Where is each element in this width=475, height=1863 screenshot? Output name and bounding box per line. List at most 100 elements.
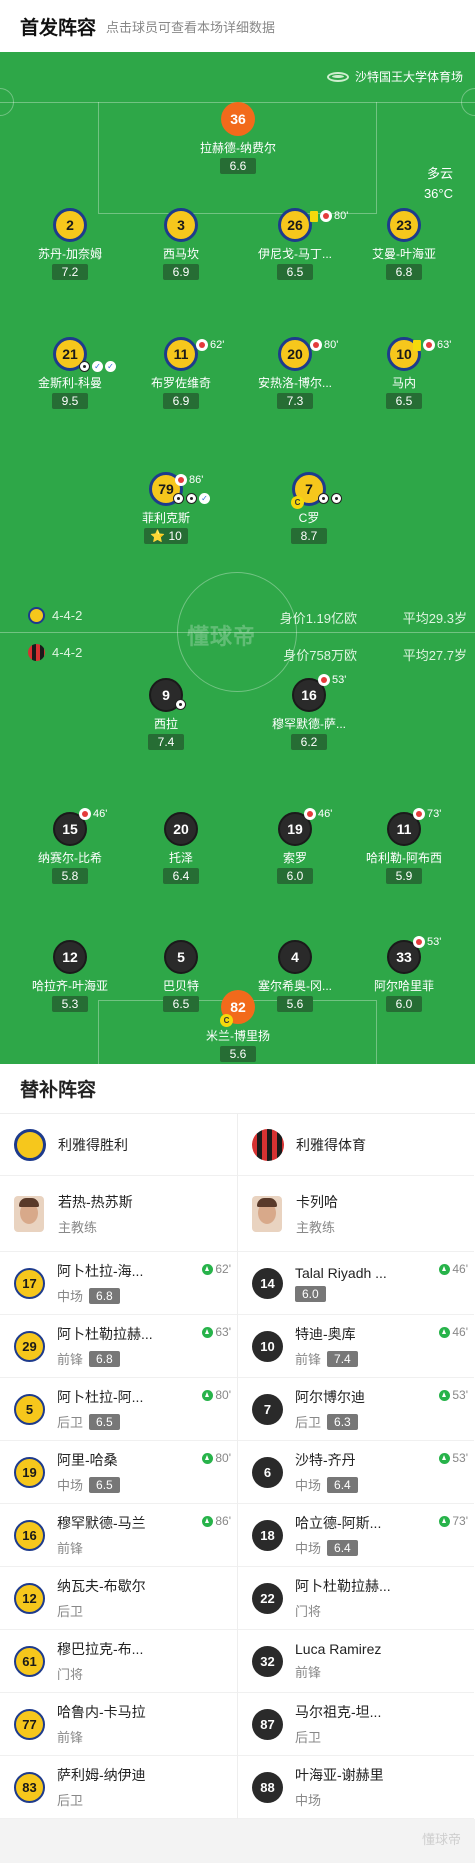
sub-player-number: 12 xyxy=(14,1582,45,1614)
player-home-mid-4[interactable]: 10 63' 马内 6.5 xyxy=(349,337,459,410)
sub-player-position: 前锋 xyxy=(57,1730,84,1745)
sub-player-row[interactable]: 5 阿卜杜拉-阿... 后卫 6.5 80' xyxy=(0,1378,237,1441)
sub-player-row[interactable]: 32 Luca Ramirez 前锋 xyxy=(238,1630,474,1693)
player-home-gk[interactable]: 36 拉赫德-纳费尔 6.6 xyxy=(183,102,293,175)
yellow-card-icon xyxy=(310,210,318,222)
player-away-fw-1[interactable]: 9 西拉 7.4 xyxy=(111,678,221,751)
home-coach[interactable]: 若热-热苏斯 主教练 xyxy=(0,1176,237,1252)
sub-player-row[interactable]: 88 叶海亚-谢赫里 中场 xyxy=(238,1756,474,1819)
sub-player-meta: 后卫 6.3 xyxy=(295,1412,365,1431)
player-home-mid-2[interactable]: 11 62' 布罗佐维奇 6.9 xyxy=(126,337,236,410)
sub-player-name: 纳瓦夫-布歇尔 xyxy=(57,1578,146,1594)
event-markers: 80' xyxy=(310,210,348,222)
sub-player-position: 后卫 xyxy=(57,1415,84,1430)
sub-player-meta: 中场 6.4 xyxy=(295,1538,381,1557)
sub-player-row[interactable]: 22 阿卜杜勒拉赫... 门将 xyxy=(238,1567,474,1630)
player-number: 20 xyxy=(278,337,312,371)
sub-player-row[interactable]: 87 马尔祖克-坦... 后卫 xyxy=(238,1693,474,1756)
home-crest-icon xyxy=(14,1128,46,1161)
sub-player-number: 61 xyxy=(14,1645,45,1677)
goal-icon xyxy=(331,493,342,504)
sub-player-rating: 6.4 xyxy=(327,1539,358,1556)
goal-icon xyxy=(79,361,90,372)
sub-player-meta: 后卫 xyxy=(57,1601,146,1620)
sub-player-position: 中场 xyxy=(57,1478,84,1493)
sub-player-number: 29 xyxy=(14,1330,45,1362)
sub-in-minute-value: 80' xyxy=(215,1451,231,1465)
away-team-summary: 4-4-2 身价758万欧 平均27.7岁 xyxy=(0,642,475,664)
sub-player-meta: 中场 xyxy=(295,1790,384,1809)
player-home-fw-1[interactable]: 79 86' ✓ 菲利克斯 ⭐ 10 xyxy=(111,472,221,545)
sub-player-number: 18 xyxy=(252,1519,283,1551)
sub-player-row[interactable]: 7 阿尔博尔迪 后卫 6.3 53' xyxy=(238,1378,474,1441)
player-away-mid-3[interactable]: 19 46' 索罗 6.0 xyxy=(240,808,350,885)
sub-player-row[interactable]: 83 萨利姆-纳伊迪 后卫 xyxy=(0,1756,237,1819)
event-markers: ✓ ✓ xyxy=(79,361,116,372)
sub-minute: 46' xyxy=(318,808,333,820)
sub-minute: 53' xyxy=(427,936,442,948)
player-home-mid-1[interactable]: 21 ✓ ✓ 金斯利-科曼 9.5 xyxy=(15,337,125,410)
event-markers: 53' xyxy=(318,674,346,686)
sub-player-row[interactable]: 12 纳瓦夫-布歇尔 后卫 xyxy=(0,1567,237,1630)
event-markers: 86' xyxy=(175,474,203,486)
player-away-gk[interactable]: 82 C 米兰-博里扬 5.6 xyxy=(183,990,293,1063)
sub-player-row[interactable]: 61 穆巴拉克-布... 门将 xyxy=(0,1630,237,1693)
player-home-def-1[interactable]: 2 苏丹-加奈姆 7.2 xyxy=(15,208,125,281)
sub-player-rating: 6.3 xyxy=(327,1413,358,1430)
sub-player-row[interactable]: 17 阿卜杜拉-海... 中场 6.8 62' xyxy=(0,1252,237,1315)
player-away-def-4[interactable]: 33 53' 阿尔哈里菲 6.0 xyxy=(349,936,459,1013)
player-away-mid-4[interactable]: 11 73' 哈利勒-阿布西 5.9 xyxy=(349,808,459,885)
goal-icon xyxy=(173,493,184,504)
sub-player-row[interactable]: 29 阿卜杜勒拉赫... 前锋 6.8 63' xyxy=(0,1315,237,1378)
event-markers: 53' xyxy=(413,936,441,948)
goal-markers: ✓ xyxy=(173,493,210,504)
player-away-mid-2[interactable]: 20 托泽 6.4 xyxy=(126,812,236,885)
sub-player-name: 哈鲁内-卡马拉 xyxy=(57,1704,146,1720)
sub-player-row[interactable]: 16 穆罕默德-马兰 前锋 86' xyxy=(0,1504,237,1567)
sub-player-position: 前锋 xyxy=(295,1352,322,1367)
player-number: 26 xyxy=(278,208,312,242)
sub-player-row[interactable]: 77 哈鲁内-卡马拉 前锋 xyxy=(0,1693,237,1756)
sub-player-row[interactable]: 6 沙特-齐丹 中场 6.4 53' xyxy=(238,1441,474,1504)
subs-home-team[interactable]: 利雅得胜利 xyxy=(0,1114,237,1176)
player-rating: 5.8 xyxy=(52,868,88,884)
sub-out-icon xyxy=(304,808,316,820)
away-coach[interactable]: 卡列哈 主教练 xyxy=(238,1176,474,1252)
sub-in-minute: 53' xyxy=(439,1388,468,1402)
sub-in-minute: 46' xyxy=(439,1262,468,1276)
player-home-def-2[interactable]: 3 西马坎 6.9 xyxy=(126,208,236,281)
subs-away-team[interactable]: 利雅得体育 xyxy=(238,1114,474,1176)
player-away-mid-1[interactable]: 15 46' 纳赛尔-比希 5.8 xyxy=(15,808,125,885)
sub-player-number: 32 xyxy=(252,1645,283,1677)
player-home-def-3[interactable]: 26 80' 伊尼戈-马丁... 6.5 xyxy=(240,208,350,281)
player-home-def-4[interactable]: 23 艾曼-叶海亚 6.8 xyxy=(349,208,459,281)
sub-in-minute-value: 46' xyxy=(452,1325,468,1339)
sub-player-row[interactable]: 19 阿里-哈桑 中场 6.5 80' xyxy=(0,1441,237,1504)
player-home-mid-3[interactable]: 20 80' 安热洛-博尔... 7.3 xyxy=(240,337,350,410)
sub-player-number: 88 xyxy=(252,1771,283,1803)
player-name: 米兰-博里扬 xyxy=(206,1029,270,1043)
stadium-icon xyxy=(326,71,349,82)
sub-player-row[interactable]: 18 哈立德-阿斯... 中场 6.4 73' xyxy=(238,1504,474,1567)
sub-player-position: 前锋 xyxy=(57,1352,84,1367)
player-away-fw-2[interactable]: 16 53' 穆罕默德-萨... 6.2 xyxy=(254,674,364,751)
sub-in-minute: 80' xyxy=(202,1388,231,1402)
subs-away-team-name: 利雅得体育 xyxy=(296,1136,366,1153)
sub-in-minute-value: 53' xyxy=(452,1451,468,1465)
sub-player-row[interactable]: 10 特迪-奥库 前锋 7.4 46' xyxy=(238,1315,474,1378)
mvp-star-icon: ⭐ xyxy=(150,529,166,543)
player-home-fw-2[interactable]: 7 C C罗 8.7 xyxy=(254,472,364,545)
sub-in-icon xyxy=(202,1263,214,1275)
sub-player-meta: 前锋 xyxy=(57,1727,146,1746)
player-rating: 6.5 xyxy=(386,393,422,409)
sub-player-rating: 6.8 xyxy=(89,1350,120,1367)
sub-player-meta: 门将 xyxy=(57,1664,143,1683)
sub-in-minute-value: 46' xyxy=(452,1262,468,1276)
sub-player-rating: 6.0 xyxy=(295,1285,326,1302)
sub-player-name: 哈立德-阿斯... xyxy=(295,1515,382,1531)
sub-player-row[interactable]: 14 Talal Riyadh ... 6.0 46' xyxy=(238,1252,474,1315)
player-away-def-1[interactable]: 12 哈拉齐-叶海亚 5.3 xyxy=(15,940,125,1013)
sub-player-position: 门将 xyxy=(57,1667,84,1682)
player-name: 苏丹-加奈姆 xyxy=(38,247,102,261)
sub-in-minute: 63' xyxy=(202,1325,231,1339)
